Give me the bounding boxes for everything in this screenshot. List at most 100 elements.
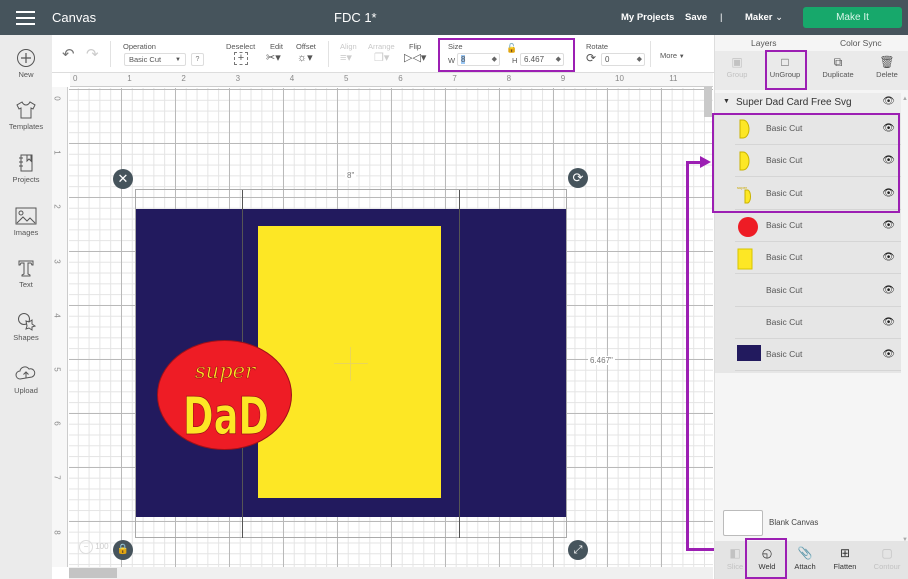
flip-icon[interactable]: ▷◁▾ [404,51,426,64]
ruler-tick-label: 10 [615,74,624,83]
layer-row[interactable]: Basic Cut 👁 [735,210,901,242]
dropdown-arrow-icon: ▼ [175,57,181,63]
arrange-icon[interactable]: ❐▾ [374,51,389,64]
stepper-icon[interactable]: ◆ [492,55,497,63]
group-icon: ▣ [731,55,743,69]
eye-icon[interactable]: 👁 [882,220,895,231]
redo-icon[interactable]: ↷ [86,45,99,63]
layer-row[interactable]: Basic Cut 👁 [735,339,901,372]
rotate-input[interactable]: 0 ◆ [601,53,645,66]
lock-handle-icon[interactable]: 🔒 [113,540,133,560]
layer-name: Basic Cut [766,349,803,360]
nav-templates[interactable]: Templates [0,100,52,131]
blank-canvas-label: Blank Canvas [769,518,819,527]
group-button[interactable]: ▣ Group [715,54,759,79]
panel-scrollbar[interactable]: ▲ ▼ [901,93,908,543]
stepper-icon[interactable]: ◆ [637,55,642,63]
delete-handle-icon[interactable]: ✕ [113,169,133,189]
my-projects-link[interactable]: My Projects [621,12,674,23]
nav-text[interactable]: Text [0,258,52,289]
offset-icon[interactable]: ☼▾ [297,51,313,64]
undo-icon[interactable]: ↶ [62,45,75,63]
blank-canvas-swatch[interactable] [723,510,763,536]
height-input[interactable]: 6.467 ◆ [520,53,564,66]
eye-icon[interactable]: 👁 [882,317,895,328]
ruler-tick-label: 5 [52,367,62,372]
height-value: 6.467 [524,55,545,64]
more-button[interactable]: More ▼ [660,51,685,60]
edit-scissors-icon[interactable]: ✂▾ [266,51,281,64]
nav-label: Projects [12,175,40,184]
eye-icon[interactable]: 👁 [882,285,895,296]
eye-icon[interactable]: 👁 [882,96,895,107]
zoom-out-icon[interactable]: − [79,540,93,554]
flatten-button[interactable]: ⊞ Flatten [825,544,865,571]
nav-images[interactable]: Images [0,206,52,237]
nav-new[interactable]: New [0,48,52,79]
resize-handle-icon[interactable]: ⤢ [568,540,588,560]
help-button[interactable]: ? [191,53,204,66]
layer-row[interactable]: Basic Cut 👁 [735,242,901,275]
make-it-button[interactable]: Make It [803,7,902,28]
align-label: Align [340,42,357,51]
layers-highlight [712,113,900,213]
contour-icon: ▢ [881,546,893,560]
fold-line [459,190,460,538]
offset-label: Offset [296,42,316,51]
scroll-up-icon[interactable]: ▲ [902,96,908,102]
machine-select[interactable]: Maker ⌄ [745,12,783,23]
align-icon[interactable]: ≡▾ [340,51,352,64]
scroll-thumb[interactable] [69,568,117,578]
ruler-tick-label: 9 [560,74,566,83]
layer-thumbnail [737,345,761,366]
attach-button[interactable]: 📎 Attach [785,544,825,571]
nav-shapes[interactable]: Shapes [0,311,52,342]
ruler-tick-label: 6 [398,74,403,83]
ruler-tick-label: 4 [52,313,62,318]
tab-color-sync[interactable]: Color Sync [840,38,882,48]
lock-icon[interactable]: 🔓 [506,43,517,54]
eye-icon[interactable]: 👁 [882,252,895,263]
size-label: Size [448,42,463,51]
canvas-horizontal-scrollbar[interactable] [69,567,713,579]
dropdown-arrow-icon: ▼ [677,54,685,60]
paperclip-icon: 📎 [797,546,813,560]
rotate-handle-icon[interactable]: ⟳ [568,168,588,188]
layer-thumbnail [737,248,753,275]
layer-group-header[interactable]: ▼ Super Dad Card Free Svg 👁 [715,93,901,113]
top-bar: Canvas FDC 1* My Projects Save | Maker ⌄… [0,0,908,35]
nav-label: Text [19,280,33,289]
layer-row[interactable]: Basic Cut 👁 [735,275,901,307]
operation-label: Operation [123,42,156,51]
scroll-thumb[interactable] [704,87,712,117]
save-link[interactable]: Save [685,12,707,23]
ruler-tick-label: 5 [344,74,349,83]
weld-highlight [745,538,787,579]
deselect-button[interactable]: + [234,52,248,65]
nav-projects[interactable]: Projects [0,153,52,184]
ruler-tick-label: 8 [506,74,512,83]
eye-icon[interactable]: 👁 [882,349,895,360]
stepper-icon[interactable]: ◆ [556,55,561,63]
zoom-control[interactable]: − 100 [79,540,109,554]
nav-upload[interactable]: Upload [0,364,52,395]
width-input[interactable]: 8 ◆ [457,53,500,66]
hamburger-menu-icon[interactable] [16,11,35,25]
duplicate-button[interactable]: ⧉ Duplicate [816,54,860,79]
ruler-tick-label: 2 [52,204,62,210]
super-dad-design[interactable]: super DaD [157,340,293,452]
layer-row[interactable]: Basic Cut 👁 [735,307,901,339]
cloud-upload-icon [15,366,36,380]
ruler-tick-label: 8 [52,529,62,535]
operation-select[interactable]: Basic Cut ▼ [124,53,186,66]
nav-label: Templates [8,122,44,131]
tab-layers[interactable]: Layers [751,38,777,48]
document-title[interactable]: FDC 1* [334,10,377,25]
nav-label: Shapes [13,333,39,342]
trash-icon: 🗑 [879,55,895,69]
delete-button[interactable]: 🗑 Delete [865,54,908,79]
contour-button[interactable]: ▢ Contour [867,544,907,571]
nav-label: Upload [14,386,38,395]
panel-tabs: Layers Color Sync [715,35,908,51]
collapse-arrow-icon[interactable]: ▼ [723,98,730,105]
